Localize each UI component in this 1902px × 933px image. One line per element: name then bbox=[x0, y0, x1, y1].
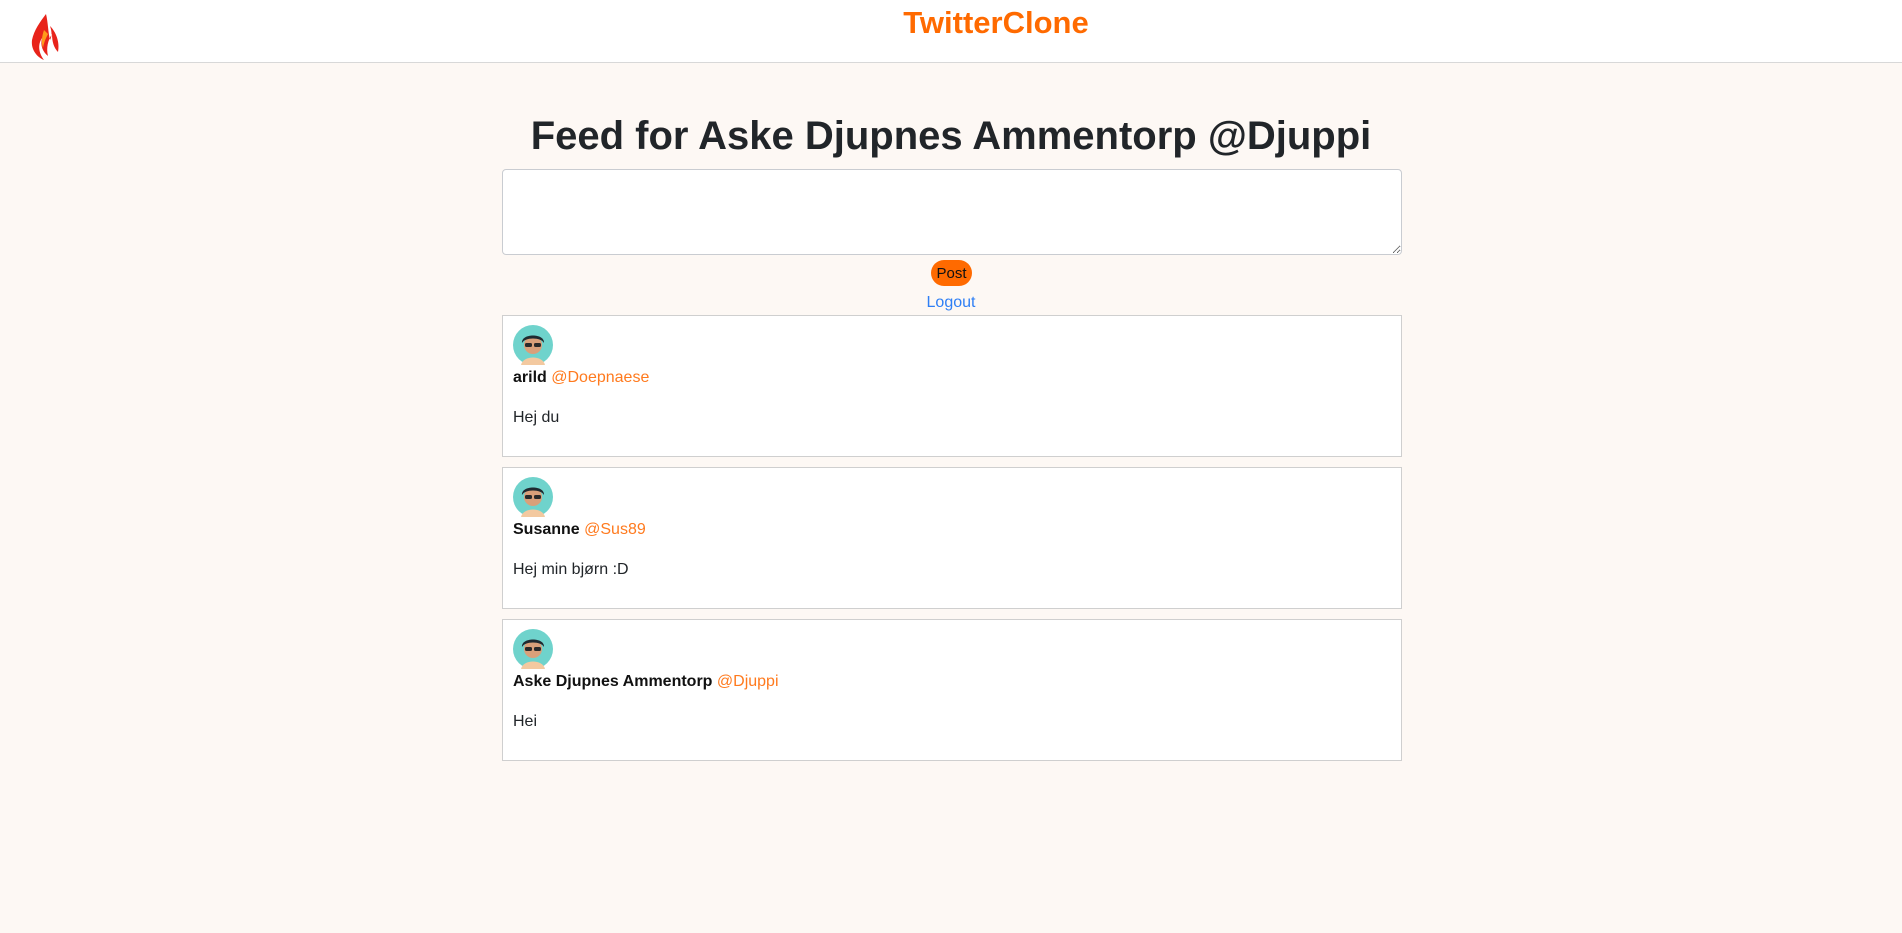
tweet-author-line: Susanne @Sus89 bbox=[513, 521, 646, 539]
logout-link[interactable]: Logout bbox=[0, 294, 1902, 312]
tweet-author-handle[interactable]: @Sus89 bbox=[584, 521, 646, 538]
tweet-author-name: Susanne bbox=[513, 521, 580, 538]
tweet-card: Susanne @Sus89 Hej min bjørn :D bbox=[502, 467, 1402, 609]
tweet-author-handle[interactable]: @Doepnaese bbox=[551, 369, 649, 386]
tweet-text: Hej du bbox=[513, 409, 560, 426]
tweet-text: Hei bbox=[513, 713, 538, 730]
tweet-card: arild @Doepnaese Hej du bbox=[502, 315, 1402, 457]
user-avatar-icon bbox=[513, 477, 553, 517]
tweet-author-line: arild @Doepnaese bbox=[513, 369, 649, 387]
tweet-text: Hej min bjørn :D bbox=[513, 561, 629, 578]
page-title: Feed for Aske Djupnes Ammentorp @Djuppi bbox=[530, 114, 1372, 158]
user-avatar-icon bbox=[513, 325, 553, 365]
tweet-author-name: Aske Djupnes Ammentorp bbox=[513, 673, 713, 690]
tweet-composer-input[interactable] bbox=[502, 169, 1402, 255]
user-avatar-icon bbox=[513, 629, 553, 669]
post-button[interactable]: Post bbox=[931, 260, 972, 286]
tweet-author-line: Aske Djupnes Ammentorp @Djuppi bbox=[513, 673, 779, 691]
tweet-author-name: arild bbox=[513, 369, 547, 386]
brand-title[interactable]: TwitterClone bbox=[0, 5, 1902, 41]
tweet-card: Aske Djupnes Ammentorp @Djuppi Hei bbox=[502, 619, 1402, 761]
top-navbar: TwitterClone bbox=[0, 0, 1902, 63]
tweet-author-handle[interactable]: @Djuppi bbox=[717, 673, 779, 690]
